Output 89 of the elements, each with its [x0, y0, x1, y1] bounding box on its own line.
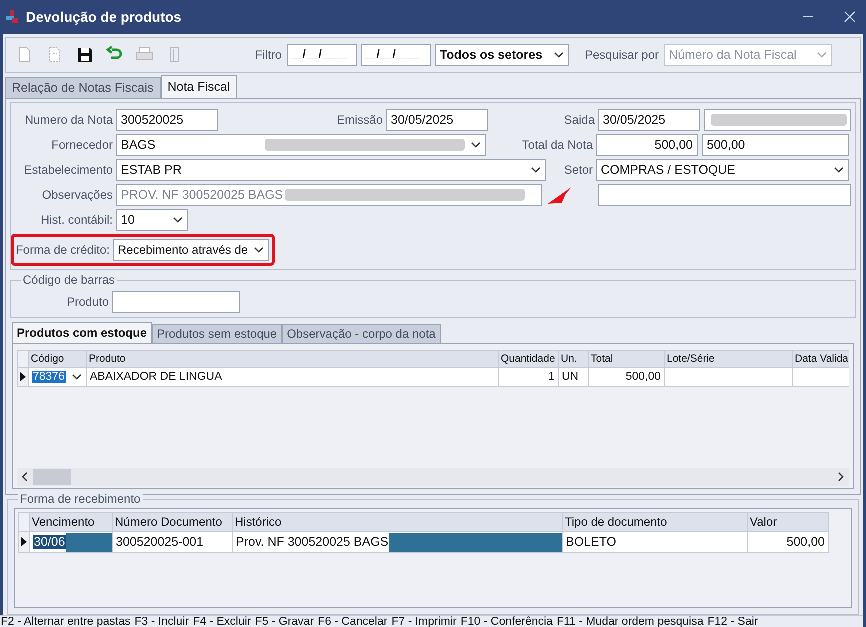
column-header[interactable]: Número Documento	[113, 512, 233, 532]
chevron-icon	[834, 167, 844, 173]
table-cell: 300520025-001	[113, 532, 233, 553]
field-label: Fornecedor	[50, 138, 113, 152]
app-logo-icon	[6, 10, 20, 24]
table-cell: 78376	[29, 368, 87, 387]
column-header[interactable]: Produto	[87, 350, 499, 368]
column-header[interactable]: Histórico	[233, 512, 563, 532]
input-field[interactable]: 30/05/2025	[598, 109, 700, 131]
status-item: F4 - Excluir	[192, 616, 252, 627]
tab[interactable]: Observação - corpo da nota	[282, 324, 441, 343]
row-header	[18, 512, 30, 532]
input-field[interactable]: 30/05/2025	[386, 109, 488, 131]
status-item: F6 - Cancelar	[317, 616, 389, 627]
row-pointer-icon	[20, 372, 26, 382]
scroll-left-icon	[21, 472, 29, 482]
chevron-icon	[531, 167, 541, 173]
input-field[interactable]: 500,00	[596, 134, 698, 156]
chevron-icon	[471, 142, 481, 148]
tab[interactable]: Nota Fiscal	[160, 75, 238, 98]
field-label: Observações	[41, 188, 113, 202]
row-header[interactable]	[18, 532, 30, 553]
dropdown[interactable]: ESTAB PR	[116, 159, 546, 181]
tab[interactable]: Produtos sem estoque	[152, 324, 282, 343]
table-cell: BOLETO	[563, 532, 748, 553]
column-header[interactable]: Lote/Série	[665, 350, 793, 368]
date-field[interactable]: __/__/____	[286, 44, 357, 66]
close-icon	[844, 11, 856, 23]
status-item: F12 - Sair	[706, 616, 760, 627]
field-label: Saida	[563, 113, 595, 127]
column-header[interactable]: Total	[589, 350, 665, 368]
status-item: F3 - Incluir	[134, 616, 190, 627]
column-header[interactable]: Código	[29, 350, 87, 368]
field-label: Setor	[563, 163, 593, 177]
scroll-thumb[interactable]	[33, 469, 71, 485]
pointer-arrow-icon	[547, 185, 573, 205]
status-item: F5 - Gravar	[254, 616, 316, 627]
group-title: Forma de recebimento	[18, 492, 143, 506]
field-label: Numero da Nota	[24, 113, 113, 127]
table-cell: 500,00	[589, 368, 665, 387]
chevron-icon	[72, 374, 82, 380]
input-field[interactable]: 500,00	[702, 134, 849, 156]
tab[interactable]: Relação de Notas Fiscais	[5, 77, 161, 98]
dropdown[interactable]: 10	[116, 209, 188, 231]
column-header[interactable]: Vencimento	[30, 512, 113, 532]
dropdown[interactable]: Recebimento através de	[113, 239, 269, 261]
table-cell: 1	[499, 368, 559, 387]
save-icon	[76, 46, 94, 64]
search-label: Pesquisar por	[584, 48, 659, 62]
field-label: Estabelecimento	[23, 163, 113, 177]
filter-label: Filtro	[255, 48, 282, 62]
date-field[interactable]: __/__/____	[360, 44, 431, 66]
column-header[interactable]: Data Valida	[793, 350, 849, 368]
window-title: Devolução de produtos	[26, 9, 182, 25]
chevron-icon	[817, 52, 827, 58]
table-cell: 500,00	[748, 532, 829, 553]
chevron-icon	[173, 217, 183, 223]
field-label: Emissão	[336, 113, 383, 127]
row-header	[17, 350, 29, 368]
table-cell: ABAIXADOR DE LINGUA	[87, 368, 499, 387]
chevron-icon	[554, 52, 564, 58]
horizontal-scrollbar[interactable]	[17, 468, 849, 486]
input-field[interactable]	[704, 109, 851, 131]
row-pointer-icon	[21, 537, 27, 547]
input-field[interactable]	[112, 291, 240, 313]
input-field[interactable]	[598, 184, 851, 206]
field-label: Forma de crédito:	[14, 243, 110, 257]
table-cell	[793, 368, 849, 387]
tab[interactable]: Produtos com estoque	[12, 322, 152, 343]
dropdown[interactable]: BAGS	[116, 134, 486, 156]
scroll-right-icon	[837, 472, 845, 482]
status-item: F10 - Conferência	[460, 616, 554, 627]
table-cell: 30/06	[30, 532, 113, 553]
field-label: Hist. contábil:	[40, 213, 113, 227]
table-cell: UN	[559, 368, 589, 387]
field-label: Total da Nota	[521, 138, 593, 152]
input-field[interactable]: PROV. NF 300520025 BAGS	[116, 184, 542, 206]
column-header[interactable]: Un.	[559, 350, 589, 368]
chevron-icon	[254, 247, 264, 253]
column-header[interactable]: Quantidade	[499, 350, 559, 368]
column-header[interactable]: Valor	[748, 512, 829, 532]
dropdown[interactable]: Todos os setores	[434, 44, 569, 66]
dropdown[interactable]: COMPRAS / ESTOQUE	[596, 159, 849, 181]
group-title: Código de barras	[21, 273, 118, 287]
row-header[interactable]	[17, 368, 29, 387]
input-field[interactable]: 300520025	[116, 109, 218, 131]
table-cell: Prov. NF 300520025 BAGS	[233, 532, 563, 553]
column-header[interactable]: Tipo de documento	[563, 512, 748, 532]
field-label: Produto	[66, 295, 109, 309]
